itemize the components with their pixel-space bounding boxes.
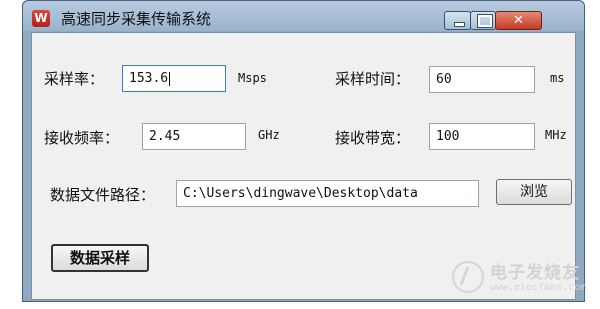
- sample-rate-unit: Msps: [238, 71, 267, 85]
- browse-button[interactable]: 浏览: [496, 179, 572, 205]
- sample-rate-input[interactable]: 153.6: [122, 65, 226, 92]
- app-logo-icon: W: [32, 10, 50, 27]
- acquire-data-button[interactable]: 数据采样: [51, 244, 149, 272]
- close-button[interactable]: ✕: [495, 11, 542, 30]
- watermark-logo-icon: [452, 261, 484, 293]
- rx-bandwidth-unit: MHz: [545, 128, 567, 142]
- watermark-url: www.elecfans.com: [490, 282, 587, 293]
- minimize-icon: [454, 22, 465, 27]
- sample-rate-label: 采样率：: [44, 70, 105, 88]
- data-path-label: 数据文件路径：: [50, 186, 156, 204]
- sample-time-label: 采样时间：: [335, 70, 411, 88]
- rx-freq-label: 接收频率：: [44, 129, 120, 147]
- window-title: 高速同步采集传输系统: [61, 10, 212, 28]
- rx-freq-unit: GHz: [258, 128, 280, 142]
- text-caret: [169, 71, 171, 86]
- minimize-button[interactable]: [444, 11, 471, 30]
- watermark: 电子发烧友 www.elecfans.com: [452, 256, 592, 306]
- close-icon: ✕: [513, 13, 524, 28]
- sample-time-input[interactable]: 60: [429, 66, 535, 93]
- rx-bandwidth-input[interactable]: 100: [429, 123, 535, 150]
- sample-time-unit: ms: [550, 71, 565, 85]
- maximize-icon: [477, 14, 493, 28]
- sample-rate-value: 153.6: [129, 71, 169, 86]
- data-path-input[interactable]: C:\Users\dingwave\Desktop\data: [176, 180, 479, 207]
- maximize-button[interactable]: [470, 11, 496, 30]
- rx-bandwidth-label: 接收带宽：: [335, 129, 411, 147]
- title-bar[interactable]: W 高速同步采集传输系统 ✕: [23, 1, 584, 31]
- watermark-text: 电子发烧友: [490, 263, 580, 283]
- rx-freq-input[interactable]: 2.45: [142, 123, 246, 150]
